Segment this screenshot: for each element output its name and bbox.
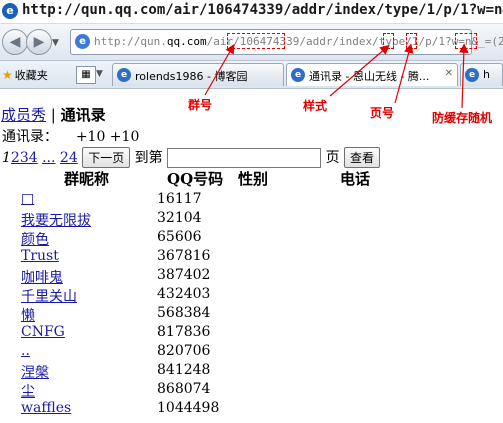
member-nick[interactable]: waffles — [21, 400, 71, 416]
member-nick[interactable]: .. — [21, 343, 30, 359]
page-unit: 页 — [325, 150, 340, 166]
pager-last[interactable]: 24 — [60, 150, 78, 166]
member-qq: 841248 — [157, 362, 211, 378]
annotation-style: 样式 — [303, 99, 328, 113]
nav-separator: | — [50, 106, 56, 124]
member-nick[interactable]: Trust — [21, 248, 59, 264]
members-link[interactable]: 成员秀 — [1, 106, 46, 124]
member-qq: 817836 — [157, 324, 211, 340]
member-nick[interactable]: 千里关山 — [21, 286, 77, 306]
col-qq-header: QQ号码 — [167, 170, 224, 188]
member-qq: 32104 — [157, 210, 202, 226]
member-nick[interactable]: 尘 — [21, 381, 35, 401]
annotation-anti-cache: 防缓存随机 — [432, 111, 493, 125]
annotation-group-number: 群号 — [188, 98, 213, 112]
member-nick[interactable]: 我要无限拔 — [21, 210, 91, 230]
view-button[interactable]: 查看 — [344, 147, 381, 168]
member-nick[interactable]: 涅槃 — [21, 362, 49, 382]
member-qq: 820706 — [157, 343, 211, 359]
goto-page-input[interactable] — [167, 148, 322, 168]
page-nav: 成员秀 | 通讯录 — [1, 104, 106, 125]
goto-label: 到第 — [134, 150, 163, 166]
member-qq: 868074 — [157, 381, 211, 397]
col-phone-header: 电话 — [340, 170, 371, 188]
contacts-summary: 通讯录： +10 +10 — [2, 129, 140, 145]
member-nick[interactable]: 咖啡鬼 — [21, 267, 63, 287]
pager: 1234 ... 24 下一页 到第 页 查看 — [2, 147, 381, 168]
pager-ellipsis[interactable]: ... — [42, 150, 55, 166]
member-nick[interactable]: □ — [21, 191, 34, 207]
col-gender-header: 性别 — [238, 170, 269, 188]
contacts-heading: 通讯录 — [60, 106, 106, 124]
pager-links[interactable]: 234 — [11, 150, 38, 166]
annotation-page-number: 页号 — [370, 106, 395, 120]
member-qq: 568384 — [157, 305, 211, 321]
member-qq: 387402 — [157, 267, 211, 283]
member-nick[interactable]: 颜色 — [21, 229, 49, 249]
member-nick[interactable]: 懒 — [21, 305, 35, 325]
next-page-button[interactable]: 下一页 — [82, 147, 131, 168]
col-nick-header: 群昵称 — [64, 170, 110, 188]
member-qq: 367816 — [157, 248, 211, 264]
pager-current: 1 — [2, 150, 11, 166]
member-qq: 16117 — [157, 191, 202, 207]
member-qq: 65606 — [157, 229, 202, 245]
member-qq: 1044498 — [157, 400, 220, 416]
member-qq: 432403 — [157, 286, 211, 302]
member-nick[interactable]: CNFG — [21, 324, 65, 340]
